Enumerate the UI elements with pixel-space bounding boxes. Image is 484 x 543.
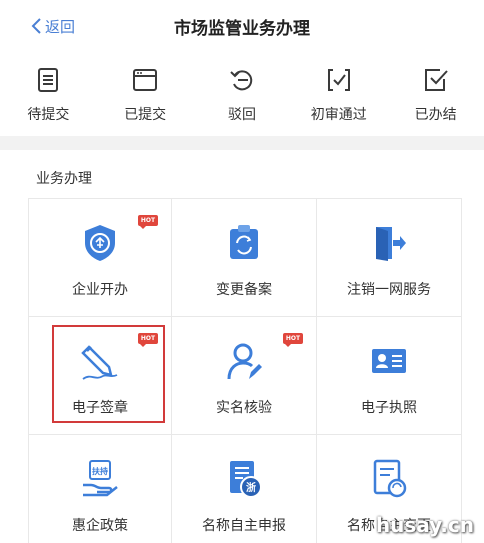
service-label: 变更备案 (216, 282, 272, 298)
change-record-icon (230, 225, 258, 259)
service-label: 企业开办 (72, 282, 128, 298)
exit-door-icon (376, 227, 406, 261)
tab-rejected[interactable]: 驳回 (194, 52, 291, 136)
service-label: 电子签章 (72, 400, 128, 416)
undo-icon (230, 70, 253, 91)
service-e-signature[interactable]: HOT 电子签章 (28, 317, 172, 435)
service-label: 电子执照 (361, 400, 417, 416)
name-change-icon (373, 459, 407, 498)
services-grid: HOT 企业开办 变更备案 注销一网服务 HOT 电子签章 HOT 实名核验 电… (28, 198, 462, 543)
user-verify-icon (227, 343, 262, 380)
service-deregistration[interactable]: 注销一网服务 (317, 199, 462, 317)
watermark: husay.cn (375, 513, 474, 537)
hot-badge: HOT (138, 333, 158, 347)
tab-submitted[interactable]: 已提交 (97, 52, 194, 136)
tab-label: 驳回 (227, 107, 256, 123)
hot-badge: HOT (283, 333, 303, 347)
section-title: 业务办理 (36, 171, 92, 187)
services-section: 业务办理 HOT 企业开办 变更备案 注销一网服务 HOT 电子签章 HOT 实… (0, 150, 484, 543)
signature-pen-icon (81, 345, 118, 380)
checkbox-icon (424, 69, 448, 91)
status-tabs: 待提交 已提交 驳回 初审通过 已办结 (0, 52, 484, 136)
service-enterprise-setup[interactable]: HOT 企业开办 (28, 199, 172, 317)
tab-label: 已提交 (124, 107, 167, 123)
hot-badge: HOT (138, 215, 158, 229)
tab-approved[interactable]: 初审通过 (290, 52, 387, 136)
enterprise-shield-icon (85, 225, 115, 261)
header: 返回 市场监管业务办理 (0, 0, 484, 52)
window-icon (133, 69, 158, 91)
document-list-icon (38, 68, 59, 92)
service-change-record[interactable]: 变更备案 (172, 199, 317, 317)
page-title: 市场监管业务办理 (174, 19, 310, 39)
seal-text: 浙 (246, 481, 256, 494)
service-real-name-verify[interactable]: HOT 实名核验 (172, 317, 317, 435)
id-card-icon (372, 349, 406, 373)
service-label: 名称自主申报 (202, 518, 286, 534)
service-name-declaration[interactable]: 浙 名称自主申报 (172, 435, 317, 543)
tab-label: 待提交 (27, 107, 70, 123)
service-label: 实名核验 (216, 400, 272, 416)
service-enterprise-policy[interactable]: 扶持 惠企政策 (28, 435, 172, 543)
stamp-text: 扶持 (92, 466, 108, 476)
support-hand-icon: 扶持 (83, 460, 118, 497)
tab-label: 已办结 (414, 107, 457, 123)
tab-pending[interactable]: 待提交 (0, 52, 97, 136)
service-label: 惠企政策 (72, 518, 128, 534)
service-e-license[interactable]: 电子执照 (317, 317, 462, 435)
tab-completed[interactable]: 已办结 (387, 52, 484, 136)
name-declare-icon: 浙 (230, 461, 262, 498)
service-label: 注销一网服务 (347, 282, 431, 298)
tab-label: 初审通过 (310, 107, 367, 123)
bracket-check-icon (327, 69, 350, 91)
